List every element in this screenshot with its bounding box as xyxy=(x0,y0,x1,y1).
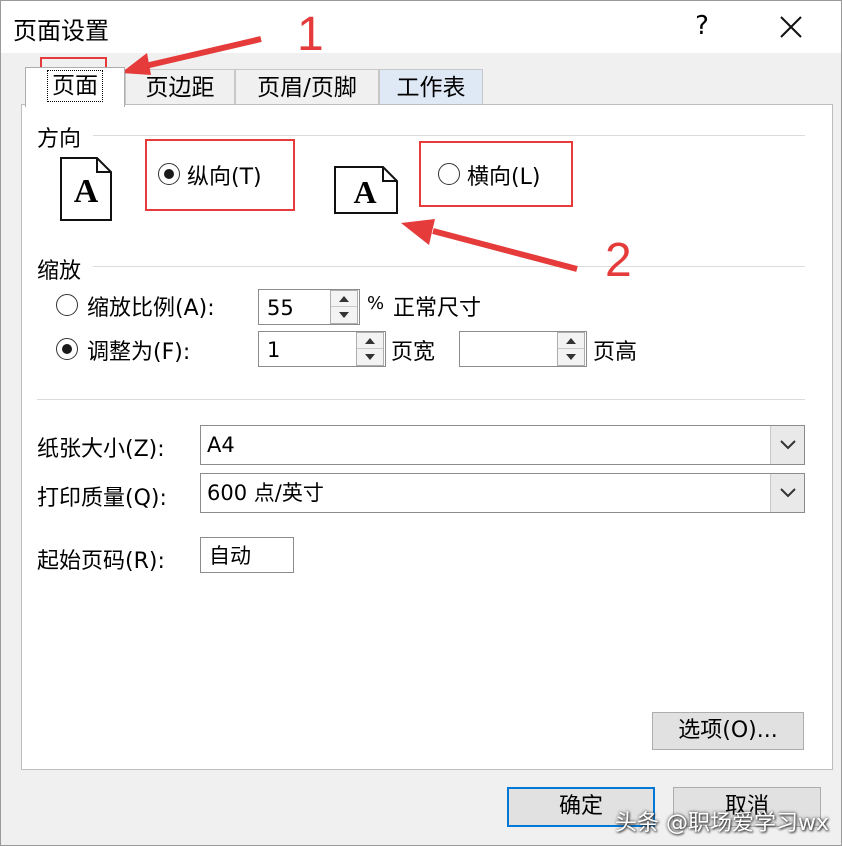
normal-size-label: 正常尺寸 xyxy=(393,296,482,321)
portrait-icon-letter: A xyxy=(74,173,99,210)
fit-to-radio[interactable] xyxy=(56,338,78,360)
print-quality-label: 打印质量(Q): xyxy=(37,486,167,511)
annotation-number-1: 1 xyxy=(297,8,324,61)
spin-up-icon[interactable] xyxy=(331,291,357,307)
scaling-section-label: 缩放 xyxy=(37,259,82,284)
scaling-bottom-divider xyxy=(37,399,805,400)
spin-up-icon[interactable] xyxy=(357,333,383,349)
close-button[interactable] xyxy=(771,7,811,47)
adjust-to-label[interactable]: 缩放比例(A): xyxy=(87,290,215,322)
annotation-arrow-2 xyxy=(401,219,578,272)
annotation-number-2: 2 xyxy=(605,234,632,287)
annotation-arrow-1 xyxy=(121,36,262,75)
dialog-title: 页面设置 xyxy=(13,17,109,45)
first-page-number-input[interactable]: 自动 xyxy=(200,537,294,573)
landscape-page-icon: A xyxy=(334,166,398,214)
help-button[interactable]: ? xyxy=(685,7,719,45)
tab-page-label: 页面 xyxy=(47,70,103,102)
paper-size-label: 纸张大小(Z): xyxy=(37,437,165,462)
tab-sheet[interactable]: 工作表 xyxy=(379,69,483,105)
spin-down-icon[interactable] xyxy=(558,349,584,365)
watermark: 头条 @职场爱学习wx xyxy=(615,811,830,836)
chevron-down-icon[interactable] xyxy=(770,474,804,512)
print-quality-value: 600 点/英寸 xyxy=(207,481,324,505)
spin-down-icon[interactable] xyxy=(331,307,357,323)
adjust-to-radio[interactable] xyxy=(56,294,78,316)
annotation-box-portrait xyxy=(145,139,295,211)
paper-size-value: A4 xyxy=(207,433,235,457)
pages-tall-label: 页高 xyxy=(593,340,638,365)
landscape-icon-letter: A xyxy=(353,174,376,210)
print-quality-select[interactable]: 600 点/英寸 xyxy=(200,473,805,513)
fit-pages-wide-spinner[interactable] xyxy=(356,332,384,366)
page-setup-dialog: 页面设置 ? 页面 页边距 页眉/页脚 工作表 方向 A 纵向(T) A 横向(… xyxy=(0,0,842,846)
tab-page[interactable]: 页面 xyxy=(25,67,125,107)
orientation-section-label: 方向 xyxy=(37,127,82,152)
percent-sign: % xyxy=(367,293,385,314)
annotation-box-landscape xyxy=(419,141,573,207)
paper-size-select[interactable]: A4 xyxy=(200,425,805,465)
fit-to-label[interactable]: 调整为(F): xyxy=(87,334,190,366)
spin-up-icon[interactable] xyxy=(558,333,584,349)
pages-wide-label: 页宽 xyxy=(391,340,436,365)
portrait-page-icon: A xyxy=(60,157,112,221)
options-button[interactable]: 选项(O)... xyxy=(652,712,804,750)
spin-down-icon[interactable] xyxy=(357,349,383,365)
first-page-number-label: 起始页码(R): xyxy=(37,549,165,574)
scale-percent-spinner[interactable] xyxy=(330,290,358,324)
chevron-down-icon[interactable] xyxy=(770,426,804,464)
fit-pages-tall-spinner[interactable] xyxy=(557,332,585,366)
close-icon xyxy=(780,16,802,38)
orientation-divider xyxy=(93,135,805,136)
